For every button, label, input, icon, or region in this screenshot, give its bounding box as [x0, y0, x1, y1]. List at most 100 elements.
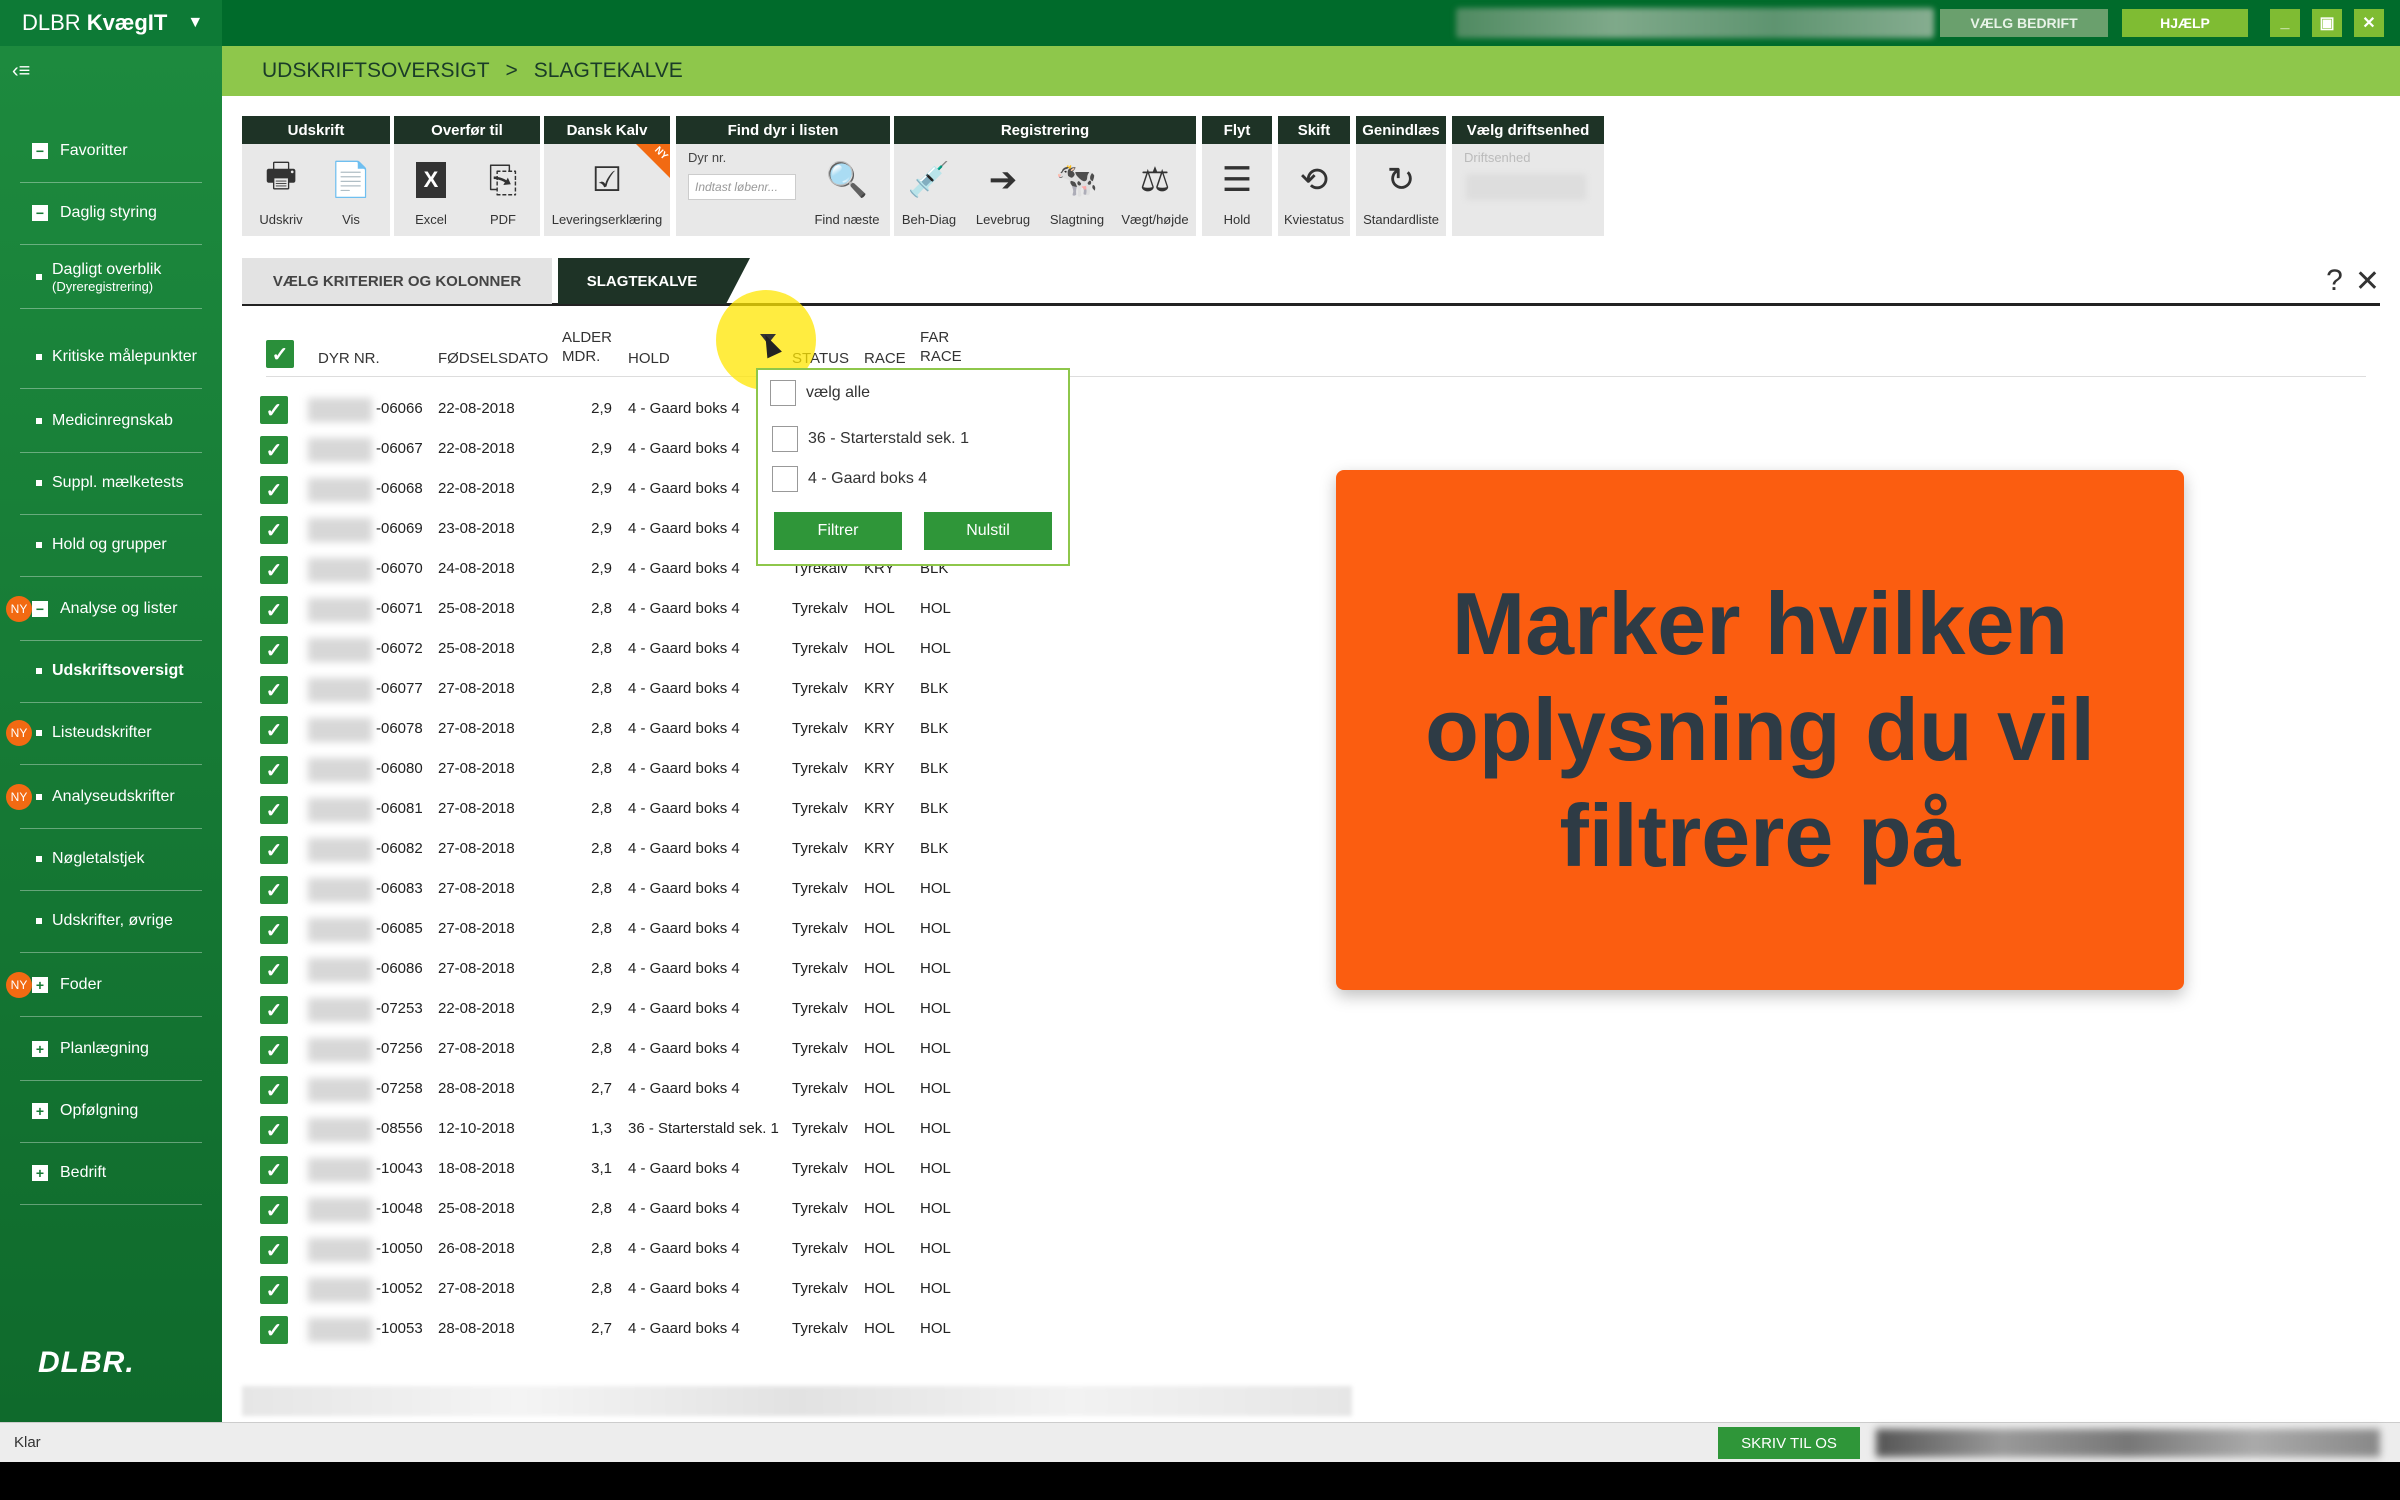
column-header-alder[interactable]: ALDER MDR.: [562, 328, 612, 366]
filter-option[interactable]: 36 - Starterstald sek. 1: [772, 426, 969, 452]
select-company-button[interactable]: VÆLG BEDRIFT: [1940, 9, 2108, 37]
tab-slagtekalve[interactable]: SLAGTEKALVE: [558, 258, 726, 304]
filter-select-all-checkbox[interactable]: [770, 380, 796, 406]
close-window-button[interactable]: ✕: [2354, 9, 2384, 37]
sidebar-item[interactable]: + Bedrift: [20, 1142, 202, 1205]
row-checkbox[interactable]: ✓: [260, 636, 288, 664]
row-checkbox[interactable]: ✓: [260, 1076, 288, 1104]
row-checkbox[interactable]: ✓: [260, 796, 288, 824]
row-checkbox[interactable]: ✓: [260, 876, 288, 904]
sidebar-item[interactable]: Hold og grupper: [20, 514, 202, 577]
move-hold-button[interactable]: ☰ Hold: [1202, 156, 1272, 227]
column-header-race[interactable]: RACE: [864, 349, 906, 368]
sidebar-item[interactable]: Kritiske målepunkter: [20, 326, 202, 389]
cell-date: 22-08-2018: [438, 400, 515, 417]
sidebar-item[interactable]: − Favoritter: [20, 120, 202, 183]
row-checkbox[interactable]: ✓: [260, 556, 288, 584]
row-checkbox[interactable]: ✓: [260, 996, 288, 1024]
filter-option-checkbox[interactable]: [772, 466, 798, 492]
cell-id: -06077: [376, 680, 423, 697]
filter-option-checkbox[interactable]: [772, 426, 798, 452]
row-checkbox[interactable]: ✓: [260, 1156, 288, 1184]
collapse-menu-icon[interactable]: ‹≡: [12, 60, 30, 83]
cell-far: HOL: [920, 880, 951, 897]
row-checkbox[interactable]: ✓: [260, 596, 288, 624]
row-checkbox[interactable]: ✓: [260, 436, 288, 464]
syringe-icon: 💉: [907, 161, 951, 199]
sidebar-item[interactable]: Udskriftsoversigt: [20, 640, 202, 703]
find-next-button[interactable]: 🔍 Find næste: [812, 156, 882, 227]
blurred-animal-prefix: [308, 758, 372, 782]
row-checkbox[interactable]: ✓: [260, 516, 288, 544]
sidebar-item[interactable]: + Foder: [20, 954, 202, 1017]
reset-button[interactable]: Nulstil: [924, 512, 1052, 550]
sidebar-item[interactable]: + Planlægning: [20, 1018, 202, 1081]
row-checkbox[interactable]: ✓: [260, 956, 288, 984]
sidebar-item[interactable]: Listeudskrifter: [20, 702, 202, 765]
column-header-dyr[interactable]: DYR NR.: [318, 349, 380, 368]
sidebar-item[interactable]: + Opfølgning: [20, 1080, 202, 1143]
row-checkbox[interactable]: ✓: [260, 1316, 288, 1344]
column-header-far-race[interactable]: FAR RACE: [920, 328, 962, 366]
pdf-button[interactable]: ⎘ PDF: [468, 156, 538, 228]
blurred-animal-prefix: [308, 918, 372, 942]
slaughter-button[interactable]: 🐄 Slagtning: [1042, 156, 1112, 227]
row-checkbox[interactable]: ✓: [260, 1196, 288, 1224]
sidebar-item[interactable]: Nøgletalstjek: [20, 828, 202, 891]
breadcrumb-parent[interactable]: UDSKRIFTSOVERSIGT: [262, 59, 490, 83]
sidebar-item[interactable]: − Analyse og lister: [20, 578, 202, 641]
breadcrumb: UDSKRIFTSOVERSIGT > SLAGTEKALVE: [222, 46, 2400, 96]
row-checkbox[interactable]: ✓: [260, 756, 288, 784]
weight-height-button[interactable]: ⚖ Vægt/højde: [1120, 156, 1190, 227]
row-checkbox[interactable]: ✓: [260, 1036, 288, 1064]
row-checkbox[interactable]: ✓: [260, 1236, 288, 1264]
column-header-hold[interactable]: HOLD: [628, 349, 670, 368]
app-title-prefix: DLBR: [22, 10, 81, 35]
row-checkbox[interactable]: ✓: [260, 676, 288, 704]
filter-option[interactable]: 4 - Gaard boks 4: [772, 466, 927, 492]
cell-age: 2,9: [591, 1000, 612, 1017]
sidebar-item[interactable]: Medicinregnskab: [20, 390, 202, 453]
view-button[interactable]: 📄 Vis: [316, 156, 386, 227]
cell-date: 27-08-2018: [438, 920, 515, 937]
row-checkbox[interactable]: ✓: [260, 476, 288, 504]
animal-number-input[interactable]: Indtast løbenr...: [688, 174, 796, 200]
tab-criteria[interactable]: VÆLG KRITERIER OG KOLONNER: [242, 258, 552, 304]
close-icon[interactable]: ✕: [2355, 264, 2380, 299]
help-button[interactable]: HJÆLP: [2122, 9, 2248, 37]
row-checkbox[interactable]: ✓: [260, 836, 288, 864]
excel-button[interactable]: X Excel: [396, 156, 466, 227]
horizontal-scrollbar[interactable]: [242, 1386, 1352, 1416]
cell-race: KRY: [864, 840, 895, 857]
minimize-button[interactable]: _: [2270, 9, 2300, 37]
sidebar-item[interactable]: Dagligt overblik (Dyreregistrering): [20, 246, 202, 309]
filter-button[interactable]: Filtrer: [774, 512, 902, 550]
write-to-us-button[interactable]: SKRIV TIL OS: [1718, 1427, 1860, 1459]
unit-select[interactable]: [1466, 174, 1586, 200]
heifer-status-button[interactable]: ⟲ Kviestatus: [1279, 156, 1349, 227]
row-checkbox[interactable]: ✓: [260, 1276, 288, 1304]
sidebar-item[interactable]: − Daglig styring: [20, 182, 202, 245]
app-menu[interactable]: DLBR KvægIT ▼: [0, 0, 222, 46]
sidebar-item[interactable]: Analyseudskrifter: [20, 766, 202, 829]
cell-id: -07256: [376, 1040, 423, 1057]
filter-select-all[interactable]: vælg alle: [770, 380, 870, 406]
chevron-down-icon[interactable]: ▼: [187, 14, 203, 32]
restore-button[interactable]: ▣: [2312, 9, 2342, 37]
row-checkbox[interactable]: ✓: [260, 1116, 288, 1144]
cell-race: HOL: [864, 920, 895, 937]
sidebar-item[interactable]: Suppl. mælketests: [20, 452, 202, 515]
select-all-checkbox[interactable]: ✓: [266, 340, 294, 368]
sidebar-item[interactable]: Udskrifter, øvrige: [20, 890, 202, 953]
delivery-declaration-button[interactable]: ☑ Leveringserklæring: [544, 156, 670, 227]
column-header-dato[interactable]: FØDSELSDATO: [438, 349, 548, 368]
row-checkbox[interactable]: ✓: [260, 716, 288, 744]
row-checkbox[interactable]: ✓: [260, 396, 288, 424]
standard-list-button[interactable]: ↻ Standardliste: [1363, 156, 1439, 227]
help-icon[interactable]: ?: [2326, 264, 2343, 299]
treatment-button[interactable]: 💉 Beh-Diag: [894, 156, 964, 227]
row-checkbox[interactable]: ✓: [260, 916, 288, 944]
cell-date: 27-08-2018: [438, 800, 515, 817]
print-button[interactable]: 🖶 Udskriv: [246, 156, 316, 228]
levebrug-button[interactable]: ➔ Levebrug: [968, 156, 1038, 227]
